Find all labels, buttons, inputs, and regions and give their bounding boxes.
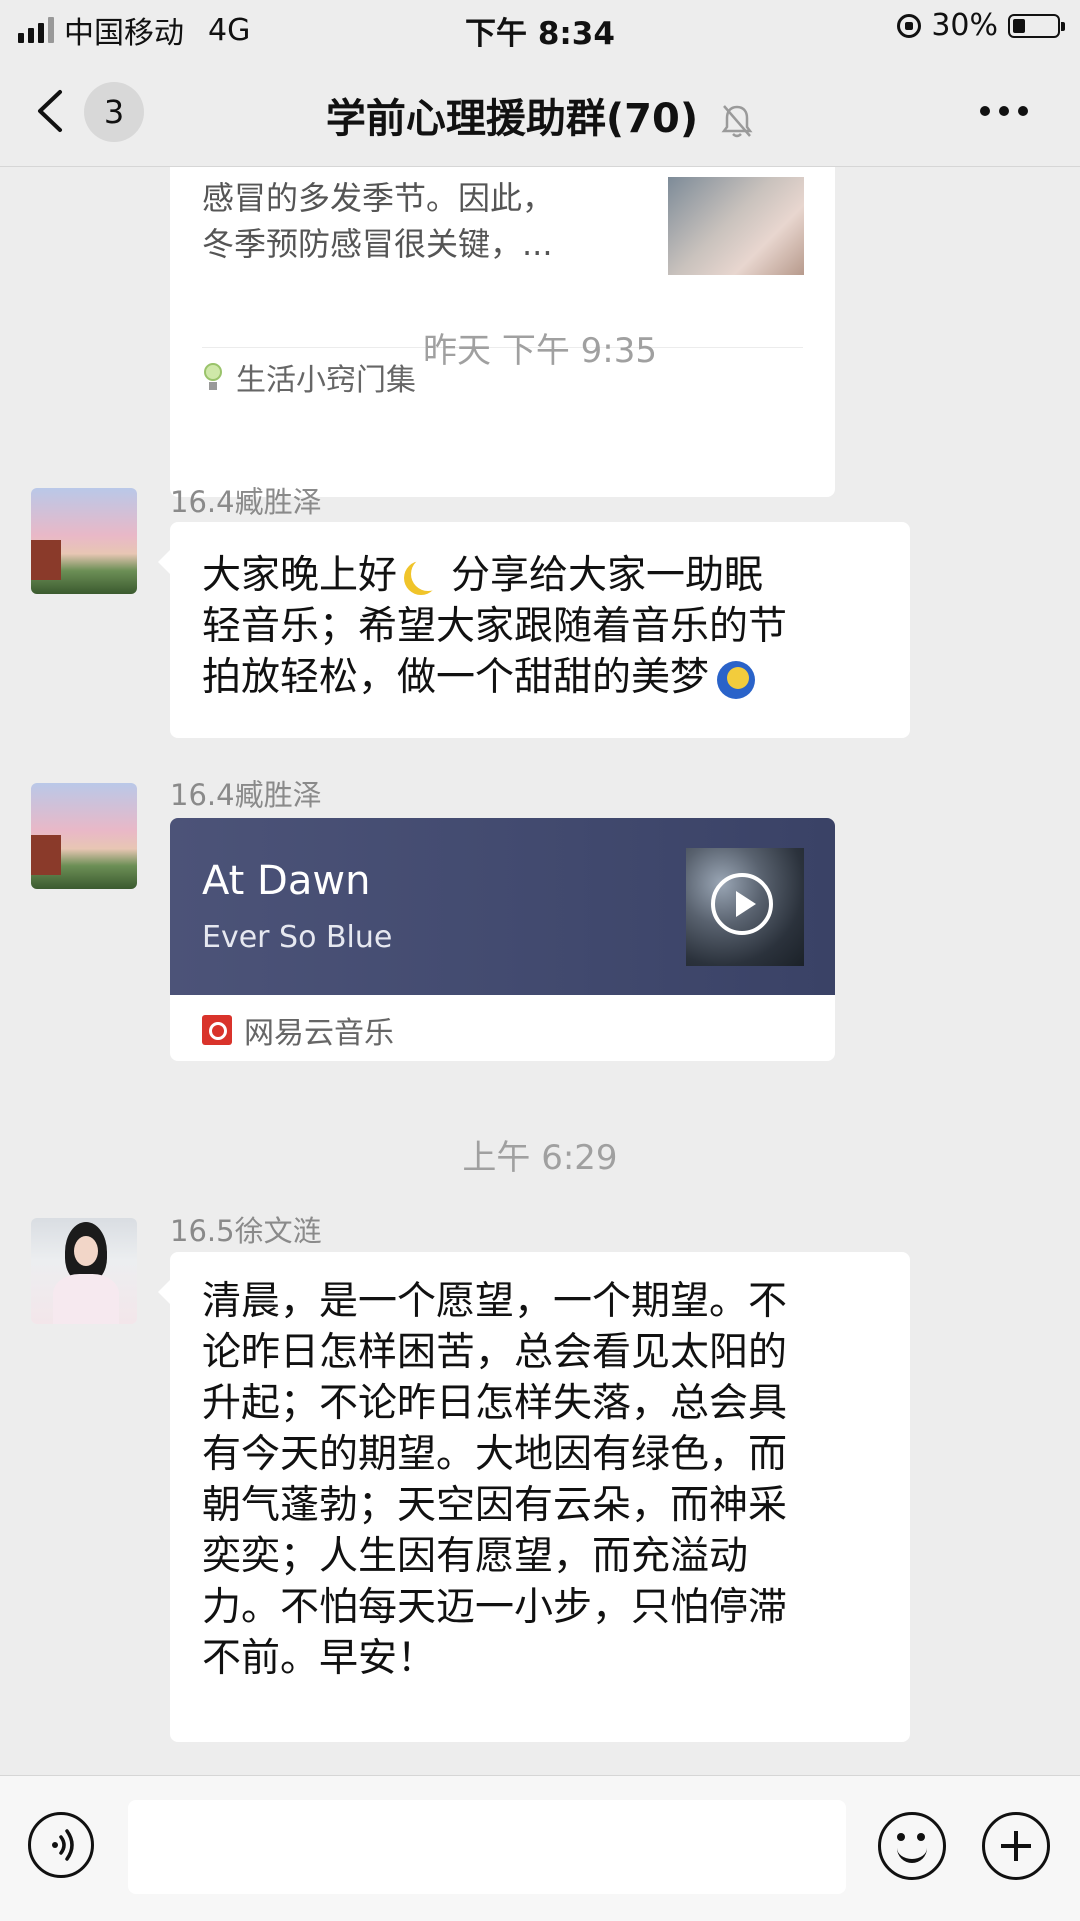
chat-timestamp: 昨天 下午 9:35: [423, 331, 657, 371]
emoji-icon[interactable]: [878, 1812, 946, 1880]
play-icon[interactable]: [711, 873, 773, 935]
source-name: 网易云音乐: [244, 1016, 394, 1051]
message-input[interactable]: [128, 1800, 846, 1894]
link-card-thumbnail: [668, 177, 804, 275]
message-line: 升起；不论昨日怎样失落，总会具: [202, 1381, 788, 1426]
message-line: 朝气蓬勃；天空因有云朵，而神采: [202, 1483, 788, 1528]
netease-music-icon: [202, 1015, 232, 1045]
battery-info: 30%: [897, 8, 1065, 43]
message-line: 大家晚上好: [202, 553, 398, 598]
message-text: 清晨，是一个愿望，一个期望。不 论昨日怎样困苦，总会看见太阳的 升起；不论昨日怎…: [202, 1276, 878, 1684]
message-line: 清晨，是一个愿望，一个期望。不: [202, 1279, 788, 1324]
sender-name: 16.5徐文涟: [170, 1214, 322, 1248]
message-line: 轻音乐；希望大家跟随着音乐的节: [202, 604, 788, 649]
avatar[interactable]: [31, 488, 137, 594]
battery-percent: 30%: [931, 8, 998, 43]
plus-icon[interactable]: [982, 1812, 1050, 1880]
status-bar: 中国移动 4G 下午 8:34 30%: [0, 0, 1080, 56]
chat-header: 3 学前心理援助群(70): [0, 56, 1080, 167]
snippet-line: 感冒的多发季节。因此，: [202, 179, 555, 217]
message-line: 分享给大家一助眠: [451, 553, 764, 598]
message-line: 有今天的期望。大地因有绿色，而: [202, 1432, 788, 1477]
music-source: 网易云音乐: [202, 1008, 394, 1052]
avatar[interactable]: [31, 1218, 137, 1324]
more-icon[interactable]: [980, 106, 1028, 116]
music-title: At Dawn: [202, 858, 371, 904]
message-line: 力。不怕每天迈一小步，只怕停滞: [202, 1585, 788, 1630]
avatar[interactable]: [31, 783, 137, 889]
link-card-snippet: 感冒的多发季节。因此， 冬季预防感冒很关键，...: [202, 175, 622, 267]
rotation-lock-icon: [897, 13, 922, 38]
sender-name: 16.4臧胜泽: [170, 485, 322, 519]
mute-bell-icon: [721, 105, 753, 138]
album-cover: [686, 848, 804, 966]
sender-name: 16.4臧胜泽: [170, 778, 322, 812]
voice-icon[interactable]: [28, 1812, 94, 1878]
battery-icon: [1008, 13, 1065, 38]
group-name: 学前心理援助群(70): [325, 96, 699, 142]
chat-timestamp: 上午 6:29: [462, 1138, 618, 1178]
moon-emoji-icon: [411, 557, 445, 591]
message-line: 论昨日怎样困苦，总会看见太阳的: [202, 1330, 788, 1375]
music-artist: Ever So Blue: [202, 920, 393, 955]
message-list[interactable]: 感冒的多发季节。因此， 冬季预防感冒很关键，... 生活小窍门集 昨天 下午 9…: [0, 167, 1080, 1775]
snippet-line: 冬季预防感冒很关键，...: [202, 225, 553, 263]
message-text: 大家晚上好 分享给大家一助眠 轻音乐；希望大家跟随着音乐的节 拍放轻松，做一个甜甜…: [202, 550, 878, 703]
message-line: 不前。早安！: [202, 1636, 437, 1681]
music-card-message[interactable]: At Dawn Ever So Blue 网易云音乐: [170, 818, 835, 1061]
message-bubble[interactable]: 清晨，是一个愿望，一个期望。不 论昨日怎样困苦，总会看见太阳的 升起；不论昨日怎…: [158, 1252, 910, 1742]
message-bubble[interactable]: 大家晚上好 分享给大家一助眠 轻音乐；希望大家跟随着音乐的节 拍放轻松，做一个甜甜…: [158, 522, 910, 738]
message-line: 拍放轻松，做一个甜甜的美梦: [202, 655, 710, 700]
chat-title[interactable]: 学前心理援助群(70): [0, 86, 1080, 144]
message-line: 奕奕；人生因有愿望，而充溢动: [202, 1534, 749, 1579]
input-bar: [0, 1775, 1080, 1921]
sleeping-moon-emoji-icon: [717, 660, 756, 699]
